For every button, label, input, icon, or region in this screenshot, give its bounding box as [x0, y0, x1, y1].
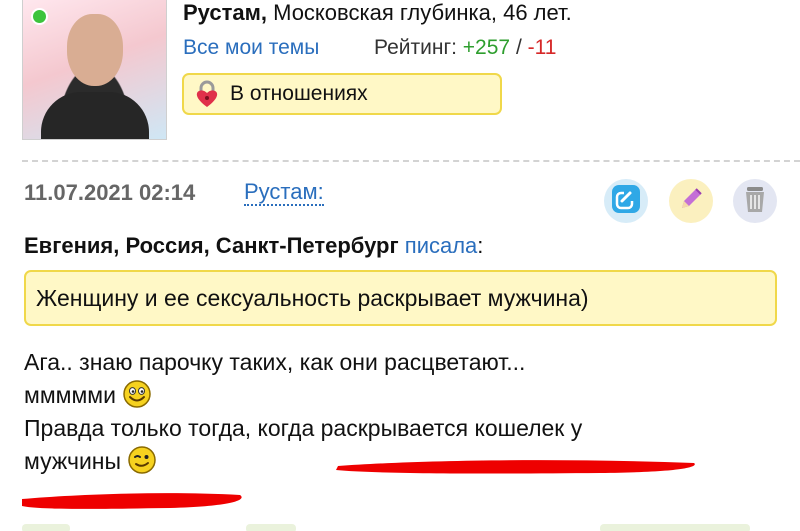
edit-post-button[interactable]	[669, 179, 713, 223]
online-indicator-icon	[31, 8, 48, 25]
delete-post-button[interactable]	[733, 179, 777, 223]
rating-negative: -11	[527, 36, 557, 59]
user-avatar[interactable]	[22, 0, 167, 140]
message-line-with-smiley: мужчины	[24, 445, 764, 478]
happy-smiley-icon	[122, 379, 152, 409]
quote-author: Евгения, Россия, Санкт-Петербург	[24, 233, 399, 258]
relationship-status-text: В отношениях	[230, 82, 368, 105]
quote-block: Женщину и ее сексуальность раскрывает му…	[24, 270, 777, 326]
pencil-icon	[676, 184, 706, 219]
user-info-line: Рустам, Московская глубинка, 46 лет.	[183, 0, 572, 26]
link-icon	[609, 182, 643, 221]
next-post-edge	[22, 524, 750, 531]
post-datetime: 11.07.2021 02:14	[24, 180, 196, 205]
message-line: мужчины	[24, 448, 122, 474]
post-message: Ага.. знаю парочку таких, как они расцве…	[24, 346, 764, 478]
wink-smiley-icon	[127, 445, 157, 475]
trash-icon	[740, 183, 770, 220]
rating: Рейтинг: +257 / -11	[374, 36, 556, 60]
heart-lock-icon	[192, 79, 222, 109]
user-name[interactable]: Рустам,	[183, 0, 267, 25]
message-line: Ага.. знаю парочку таких, как они расцве…	[24, 349, 526, 375]
rating-separator: /	[515, 36, 522, 59]
post-author-link[interactable]: Рустам:	[244, 180, 324, 206]
section-divider	[22, 160, 800, 162]
all-themes-link[interactable]: Все мои темы	[183, 36, 319, 60]
avatar-body	[41, 92, 149, 139]
copy-link-button[interactable]	[604, 179, 648, 223]
quote-text: Женщину и ее сексуальность раскрывает му…	[36, 284, 589, 311]
message-line: ммммми	[24, 382, 116, 408]
avatar-face	[67, 14, 123, 86]
message-line: Правда только тогда, когда раскрывается …	[24, 415, 583, 441]
relationship-status-badge: В отношениях	[182, 73, 502, 115]
quote-wrote-link[interactable]: писала	[405, 233, 478, 258]
user-location-age: Московская глубинка, 46 лет.	[273, 0, 572, 25]
rating-label: Рейтинг:	[374, 36, 457, 59]
message-line-with-smiley: ммммми	[24, 379, 764, 412]
quote-colon: :	[477, 233, 484, 258]
quote-header: Евгения, Россия, Санкт-Петербург писала:	[24, 233, 483, 259]
rating-positive: +257	[462, 36, 511, 59]
scribble-stroke	[22, 493, 242, 509]
